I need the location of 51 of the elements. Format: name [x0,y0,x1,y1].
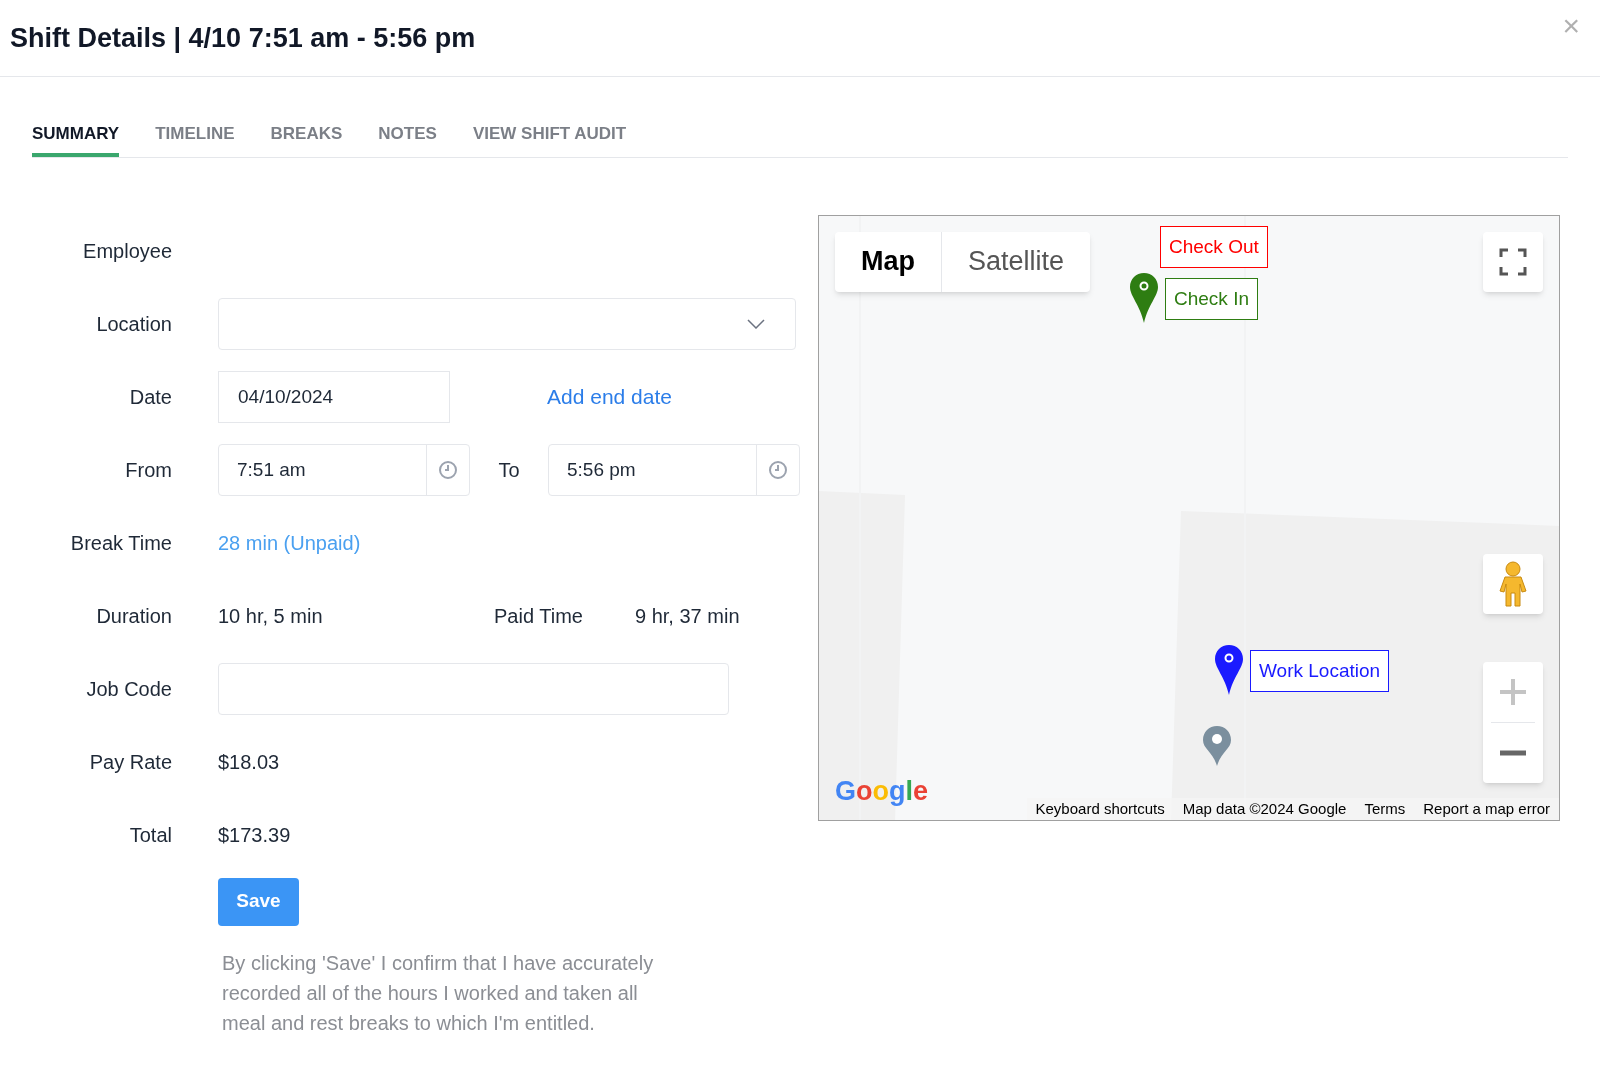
duration-value: 10 hr, 5 min [218,604,324,629]
field-label: Date [128,385,172,410]
map-type-button[interactable]: Map [835,231,942,292]
tab[interactable]: BREAKS [270,121,343,157]
marker-label: Check Out [1160,225,1268,268]
field-label: Job Code [85,677,172,702]
chevron-down-icon [747,319,765,329]
field-label: Pay Rate [88,750,172,775]
map-footer-link[interactable]: Keyboard shortcuts [1026,797,1174,820]
map[interactable]: Map Satellite Check Out Check In Work Location Google Keyboard shortcuts Map data ©2024 Google Terms Report a map error [818,214,1560,821]
street-view-button[interactable] [1483,553,1543,614]
map-pin-icon [1203,723,1231,766]
time-field[interactable]: 5:56 pm [548,444,800,496]
clock-icon [768,460,788,480]
dialog-title: Shift Details | 4/10 7:51 am - 5:56 pm [10,21,476,55]
tab[interactable]: NOTES [378,121,437,157]
field-label: Location [95,312,172,337]
minus-icon [1500,749,1526,756]
plus-icon [1500,678,1526,705]
map-footer-link[interactable]: Map data ©2024 Google [1173,797,1356,820]
map-footer-link[interactable]: Report a map error [1414,797,1559,820]
map-type-button[interactable]: Satellite [942,231,1091,292]
pay-rate-value: $18.03 [218,750,280,775]
tab[interactable]: SUMMARY [32,121,120,157]
fullscreen-button[interactable] [1483,231,1543,292]
map-pin-icon [1129,271,1159,324]
field-label: Break Time [69,531,172,556]
field-label: Employee [82,239,172,264]
map-footer-link[interactable]: Terms [1355,797,1415,820]
add-end-date-link[interactable]: Add end date [547,381,672,413]
date-field[interactable]: 04/10/2024 [218,371,450,423]
job-code-field[interactable] [218,663,729,715]
tab[interactable]: VIEW SHIFT AUDIT [472,121,627,157]
field-label: Duration [95,604,172,629]
field-label: To [497,458,521,483]
tab[interactable]: TIMELINE [155,121,235,157]
location-select[interactable] [218,298,796,350]
person-icon [1499,560,1527,607]
field-label: From [124,458,172,483]
field-label: Paid Time [494,604,584,629]
paid-time-value: 9 hr, 37 min [635,604,740,629]
disclaimer-text: By clicking 'Save' I confirm that I have accurately recorded all of the hours I worked and taken all meal and rest breaks to which I'm entitled. [222,950,655,1036]
google-logo: Google [835,775,929,808]
field-label: Total [128,823,172,848]
time-field[interactable]: 7:51 am [218,444,470,496]
total-value: $173.39 [218,823,291,848]
marker-label: Work Location [1250,649,1390,692]
marker-label: Check In [1165,277,1258,320]
map-pin-icon [1214,643,1244,696]
clock-icon [438,460,458,480]
fullscreen-icon [1499,247,1527,276]
